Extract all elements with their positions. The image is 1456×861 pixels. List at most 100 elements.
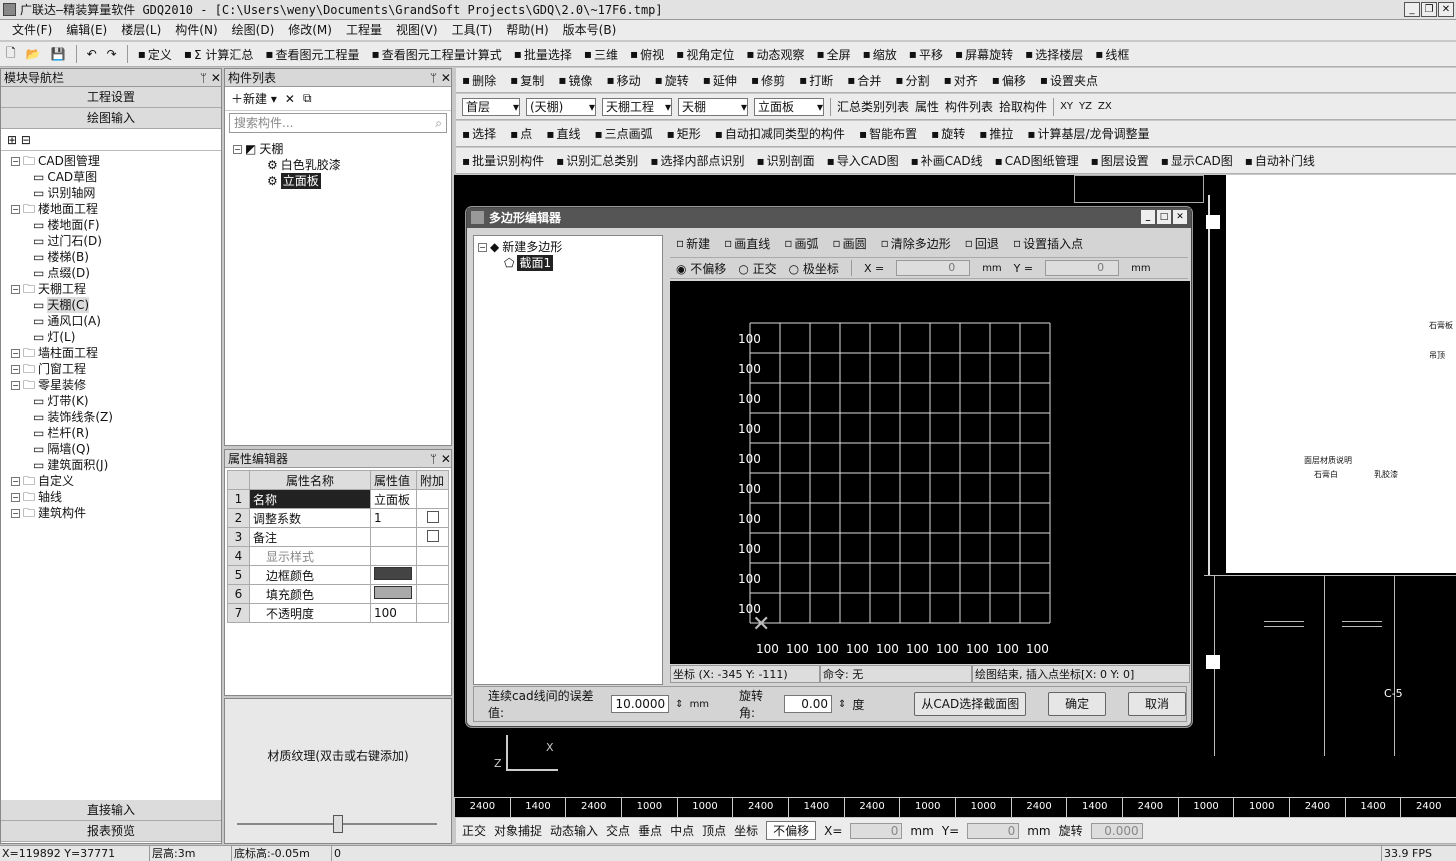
delete-icon[interactable]: ✕ [285, 92, 295, 106]
component-search-input[interactable]: 搜索构件... ⌕ [229, 113, 447, 133]
snap-item[interactable]: 对象捕捉 [494, 822, 542, 839]
rotation-input[interactable]: 0.00 [783, 695, 832, 713]
toolbar1-item-button[interactable]: ▪ 屏幕旋转 [955, 46, 1013, 63]
tree-group[interactable]: − 🗀 天棚工程 [11, 281, 221, 297]
snap-item[interactable]: 0.000 [1090, 822, 1143, 839]
view-xy-button[interactable]: XY [1060, 101, 1073, 112]
property-extra[interactable] [416, 584, 449, 604]
edit-tool-button[interactable]: ▪ 镜像 [558, 72, 592, 89]
property-extra[interactable] [416, 565, 449, 585]
property-row[interactable]: 4 显示样式 [227, 546, 449, 566]
save-icon[interactable]: 💾 [51, 47, 66, 61]
snap-item[interactable]: 坐标 [734, 822, 758, 839]
property-row[interactable]: 2 调整系数 1 [227, 508, 449, 528]
edit-tool-button[interactable]: ▪ 复制 [510, 72, 544, 89]
expand-icon[interactable]: − [11, 492, 20, 502]
draw-tool-button[interactable]: ▪ 自动扣减同类型的构件 [715, 125, 845, 142]
toolbar1-item-button[interactable]: ▪ 俯视 [630, 46, 664, 63]
undo-icon[interactable]: ↶ [87, 47, 97, 61]
expand-all-icon[interactable]: ⊞ [7, 133, 17, 147]
property-value[interactable] [370, 584, 417, 604]
tree-group[interactable]: − 🗀 轴线 [11, 489, 221, 505]
edit-tool-button[interactable]: ▪ 延伸 [703, 72, 737, 89]
menu-item[interactable]: 工具(T) [452, 20, 493, 40]
menu-item[interactable]: 帮助(H) [506, 20, 548, 40]
new-polygon-node[interactable]: − ◆ 新建多边形 [474, 239, 662, 255]
tree-group[interactable]: − 🗀 自定义 [11, 473, 221, 489]
border-color-swatch[interactable] [374, 567, 412, 580]
tree-leaf[interactable]: ▭ 过门石(D) [11, 233, 221, 249]
snap-item[interactable]: 垂点 [638, 822, 662, 839]
edit-tool-button[interactable]: ▪ 偏移 [992, 72, 1026, 89]
polygon-tool-button[interactable]: ▫ 画圆 [832, 235, 866, 252]
pin-close-icons[interactable]: ᛘ ✕ [430, 450, 451, 467]
polygon-tool-button[interactable]: ▫ 画弧 [784, 235, 818, 252]
toolbar1-item-button[interactable]: ▪ 选择楼层 [1025, 46, 1083, 63]
draw-tool-button[interactable]: ▪ 直线 [546, 125, 580, 142]
draw-tool-button[interactable]: ▪ 矩形 [667, 125, 701, 142]
section-node[interactable]: ⬠ 截面1 [474, 255, 662, 271]
floor-select[interactable]: 首层 ▾ [462, 97, 520, 116]
snap-item[interactable]: mm [910, 824, 933, 838]
view-zx-button[interactable]: ZX [1098, 101, 1112, 112]
polygon-tool-button[interactable]: ▫ 画直线 [724, 235, 770, 252]
snap-item[interactable]: 中点 [670, 822, 694, 839]
expand-icon[interactable]: − [11, 364, 20, 374]
draw-tool-button[interactable]: ▪ 三点画弧 [594, 125, 652, 142]
toolbar1-item-button[interactable]: ▪ 定义 [138, 46, 172, 63]
dialog-maximize-button[interactable]: □ [1157, 210, 1171, 224]
menu-item[interactable]: 编辑(E) [66, 20, 107, 40]
snap-item[interactable]: 正交 [462, 822, 486, 839]
type-select[interactable]: (天棚) ▾ [526, 97, 596, 116]
copy-icon[interactable]: ⧉ [303, 91, 312, 106]
expand-icon[interactable]: − [11, 156, 20, 166]
subcomponent-select[interactable]: 立面板 ▾ [754, 97, 824, 116]
report-preview-button[interactable]: 报表预览 [1, 821, 221, 842]
x-input[interactable]: 0 [896, 260, 971, 276]
grip-point[interactable] [1206, 655, 1220, 669]
tree-leaf[interactable]: ▭ 装饰线条(Z) [11, 409, 221, 425]
snap-item[interactable]: 动态输入 [550, 822, 598, 839]
close-button[interactable]: ✕ [1438, 2, 1454, 17]
polygon-tool-button[interactable]: ▫ 清除多边形 [881, 235, 951, 252]
component-list-button[interactable]: 构件列表 [945, 98, 993, 115]
dialog-minimize-button[interactable]: _ [1141, 210, 1155, 224]
toolbar1-item-button[interactable]: ▪ 视角定位 [676, 46, 734, 63]
tree-leaf[interactable]: ▭ 识别轴网 [11, 185, 221, 201]
toolbar1-item-button[interactable]: ▪ 查看图元工程量 [265, 46, 359, 63]
expand-icon[interactable]: − [11, 508, 20, 518]
tree-leaf[interactable]: ▭ CAD草图 [11, 169, 221, 185]
tree-leaf[interactable]: ▭ 建筑面积(J) [11, 457, 221, 473]
dialog-close-button[interactable]: ✕ [1173, 210, 1187, 224]
snap-item[interactable]: 0 [967, 822, 1020, 839]
property-extra[interactable] [416, 489, 449, 509]
tree-leaf[interactable]: ▭ 天棚(C) [11, 297, 221, 313]
edit-tool-button[interactable]: ▪ 分割 [895, 72, 929, 89]
cad-tool-button[interactable]: ▪ 图层设置 [1091, 152, 1149, 169]
pick-component-button[interactable]: 拾取构件 [999, 98, 1047, 115]
pin-close-icons[interactable]: ᛘ ✕ [430, 69, 451, 86]
polygon-tool-button[interactable]: ▫ 新建 [676, 235, 710, 252]
property-extra[interactable] [416, 546, 449, 566]
snap-item[interactable]: 不偏移 [766, 821, 817, 840]
view-yz-button[interactable]: YZ [1079, 101, 1092, 112]
menu-item[interactable]: 工程量 [346, 20, 382, 40]
tree-group[interactable]: − 🗀 墙柱面工程 [11, 345, 221, 361]
property-value[interactable] [370, 565, 417, 585]
tree-leaf[interactable]: ▭ 楼地面(F) [11, 217, 221, 233]
mode-no-offset[interactable]: ◉ 不偏移 [676, 260, 726, 277]
edit-tool-button[interactable]: ▪ 旋转 [655, 72, 689, 89]
draw-tool-button[interactable]: ▪ 智能布置 [859, 125, 917, 142]
tree-group[interactable]: − 🗀 门窗工程 [11, 361, 221, 377]
tree-group[interactable]: − 🗀 CAD图管理 [11, 153, 221, 169]
property-value[interactable] [370, 527, 417, 547]
tree-leaf[interactable]: ▭ 灯(L) [11, 329, 221, 345]
cad-tool-button[interactable]: ▪ 自动补门线 [1245, 152, 1315, 169]
minimize-button[interactable]: _ [1404, 2, 1420, 17]
snap-item[interactable]: Y= [942, 824, 959, 838]
draw-tool-button[interactable]: ▪ 选择 [462, 125, 496, 142]
cad-tool-button[interactable]: ▪ 补画CAD线 [911, 152, 983, 169]
snap-item[interactable]: X= [824, 824, 842, 838]
toolbar1-item-button[interactable]: ▪ 动态观察 [746, 46, 804, 63]
select-from-cad-button[interactable]: 从CAD选择截面图 [914, 692, 1027, 716]
